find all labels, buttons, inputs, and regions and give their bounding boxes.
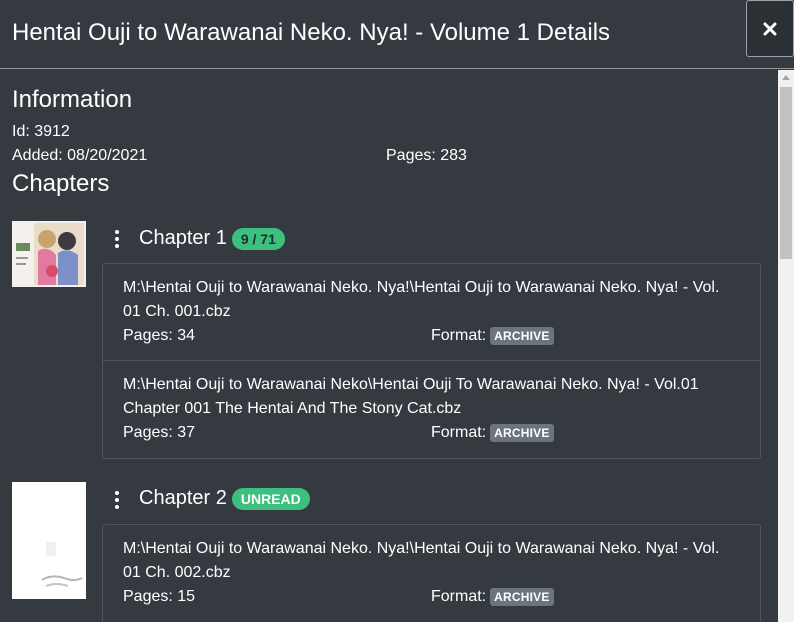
close-button[interactable]	[746, 0, 794, 57]
format-label: Format:	[431, 588, 487, 605]
chapter-cover-image[interactable]	[12, 482, 86, 599]
file-path: M:\Hentai Ouji to Warawanai Neko. Nya!\H…	[123, 279, 720, 320]
format-label: Format:	[431, 327, 487, 344]
volume-added-date: Added: 08/20/2021	[12, 147, 148, 164]
chapter-actions-menu-icon[interactable]	[112, 491, 122, 509]
modal-title: Hentai Ouji to Warawanai Neko. Nya! - Vo…	[12, 19, 611, 46]
format-label: Format:	[431, 424, 487, 441]
file-format: Format: ARCHIVE	[431, 324, 554, 348]
file-pages: Pages: 37	[123, 424, 196, 441]
unread-badge: UNREAD	[231, 487, 310, 510]
chapter-file-list: M:\Hentai Ouji to Warawanai Neko. Nya!\H…	[102, 524, 761, 622]
format-badge: ARCHIVE	[490, 424, 554, 442]
chapter-file-list: M:\Hentai Ouji to Warawanai Neko. Nya!\H…	[102, 263, 761, 459]
volume-pages: Pages: 283	[386, 147, 467, 164]
cover-art	[12, 482, 86, 599]
modal-header: Hentai Ouji to Warawanai Neko. Nya! - Vo…	[0, 0, 794, 69]
scrollbar-thumb[interactable]	[780, 87, 792, 259]
format-badge: ARCHIVE	[490, 588, 554, 606]
chapter-cover-image[interactable]	[12, 221, 86, 287]
read-progress-badge: 9 / 71	[231, 227, 285, 250]
chapter-title-row: Chapter 1 9 / 71	[139, 227, 285, 250]
chapter-item: Chapter 2 UNREAD M:\Hentai Ouji to Waraw…	[0, 480, 778, 622]
file-path: M:\Hentai Ouji to Warawanai Neko\Hentai …	[123, 376, 699, 417]
volume-id: Id: 3912	[12, 123, 70, 140]
scrollbar[interactable]	[778, 70, 794, 622]
chapter-item: Chapter 1 9 / 71 M:\Hentai Ouji to Waraw…	[0, 218, 778, 462]
chapter-title-row: Chapter 2 UNREAD	[139, 487, 310, 510]
chapter-title: Chapter 2	[139, 487, 227, 509]
scroll-up-arrow-icon[interactable]	[782, 75, 790, 80]
chapter-title: Chapter 1	[139, 227, 227, 249]
close-icon	[763, 22, 777, 35]
file-item: M:\Hentai Ouji to Warawanai Neko. Nya!\H…	[103, 264, 760, 361]
file-item: M:\Hentai Ouji to Warawanai Neko\Hentai …	[103, 361, 760, 458]
file-format: Format: ARCHIVE	[431, 421, 554, 445]
file-pages: Pages: 34	[123, 327, 196, 344]
format-badge: ARCHIVE	[490, 327, 554, 345]
chapter-actions-menu-icon[interactable]	[112, 230, 122, 248]
file-format: Format: ARCHIVE	[431, 585, 554, 609]
modal-body: Information Id: 3912 Added: 08/20/2021 P…	[0, 70, 778, 622]
chapters-heading: Chapters	[12, 170, 110, 197]
file-path: M:\Hentai Ouji to Warawanai Neko. Nya!\H…	[123, 540, 720, 581]
cover-art	[12, 221, 86, 287]
information-heading: Information	[12, 86, 133, 113]
file-pages: Pages: 15	[123, 588, 196, 605]
file-item: M:\Hentai Ouji to Warawanai Neko. Nya!\H…	[103, 525, 760, 622]
